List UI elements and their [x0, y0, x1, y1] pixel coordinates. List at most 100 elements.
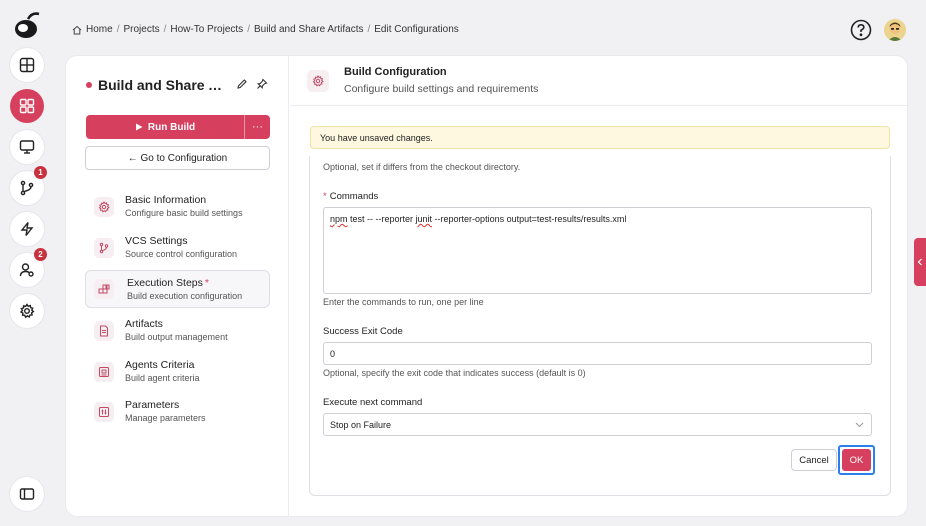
next-command-select[interactable]: Stop on Failure — [323, 413, 872, 436]
exit-code-input[interactable]: 0 — [323, 342, 872, 365]
gear-icon — [312, 75, 324, 87]
nav-icon-wrap — [94, 279, 114, 299]
config-sidebar: Build and Share Artifacts Run Build ··· … — [66, 56, 289, 516]
pin-icon[interactable] — [256, 78, 268, 90]
breadcrumb-separator: / — [163, 24, 167, 35]
nav-icon-wrap — [94, 197, 114, 217]
nav-title: Artifacts — [125, 318, 163, 330]
run-build-main[interactable]: Run Build — [86, 115, 244, 139]
ok-button[interactable]: OK — [838, 445, 875, 475]
branch-icon — [99, 242, 109, 254]
agent-icon — [99, 367, 109, 377]
exit-code-help: Optional, specify the exit code that ind… — [323, 368, 586, 378]
nav-item-parameters[interactable]: Parameters Manage parameters — [85, 393, 270, 431]
help-icon[interactable] — [850, 19, 872, 41]
users-button[interactable]: 2 — [10, 248, 47, 287]
nav-item-basic-information[interactable]: Basic Information Configure basic build … — [85, 188, 270, 226]
breadcrumb-projects[interactable]: Projects — [123, 24, 159, 35]
nav-subtitle: Source control configuration — [125, 249, 238, 259]
required-marker: * — [204, 277, 209, 289]
unsaved-changes-banner: You have unsaved changes. — [310, 126, 890, 149]
commands-text-part: junit — [415, 214, 433, 224]
breadcrumb-project[interactable]: Build and Share Artifacts — [254, 24, 364, 35]
nav-title: VCS Settings — [125, 235, 188, 247]
nav-icon-wrap — [94, 321, 114, 341]
users-badge: 2 — [34, 248, 47, 261]
section-icon-wrap — [307, 70, 329, 92]
app-logo-icon[interactable] — [12, 10, 42, 40]
monitor-icon — [19, 140, 35, 154]
nav-icon-wrap — [94, 402, 114, 422]
branch-icon — [20, 180, 34, 196]
commands-label-text: Commands — [329, 191, 379, 202]
vcs-badge: 1 — [34, 166, 47, 179]
nav-title: Agents Criteria — [125, 359, 195, 371]
vcs-button[interactable]: 1 — [10, 166, 47, 205]
home-icon — [72, 25, 82, 34]
required-marker: * — [323, 191, 327, 202]
agents-button[interactable] — [10, 130, 44, 164]
steps-icon — [98, 284, 110, 294]
settings-button[interactable] — [10, 294, 44, 328]
play-icon — [135, 123, 143, 131]
user-avatar-icon — [884, 19, 906, 41]
section-header: Build Configuration Configure build sett… — [290, 56, 907, 106]
dashboard-button[interactable] — [10, 48, 44, 82]
layout-icon — [19, 57, 35, 73]
commands-text-part: npm — [330, 214, 348, 224]
run-build-label: Run Build — [147, 121, 196, 133]
exit-code-label: Success Exit Code — [323, 326, 403, 337]
cancel-button[interactable]: Cancel — [791, 449, 837, 471]
project-title: Build and Share Artifacts — [98, 77, 230, 93]
commands-text-part: --reporter-options output=test-results/r… — [432, 214, 627, 224]
edit-icon[interactable] — [236, 78, 248, 90]
left-rail: 1 2 — [0, 0, 54, 526]
nav-title: Parameters — [125, 399, 180, 411]
avatar[interactable] — [884, 19, 906, 41]
nav-subtitle: Build execution configuration — [127, 291, 243, 301]
step-form: Optional, set if differs from the checko… — [309, 156, 891, 496]
lightning-icon — [20, 222, 34, 236]
go-to-configuration-button[interactable]: ← Go to Configuration — [85, 146, 270, 170]
nav-subtitle: Build output management — [125, 332, 228, 342]
nav-item-execution-steps[interactable]: Execution Steps * Build execution configu… — [85, 270, 270, 308]
run-build-button[interactable]: Run Build ··· — [86, 115, 270, 139]
grid-icon — [19, 98, 35, 114]
nav-icon-wrap — [94, 238, 114, 258]
nav-title-text: Execution Steps — [127, 277, 203, 289]
triggers-button[interactable] — [10, 212, 44, 246]
breadcrumb: Home / Projects / How-To Projects / Buil… — [72, 24, 459, 35]
section-title: Build Configuration — [344, 66, 447, 78]
nav-icon-wrap — [94, 362, 114, 382]
chevron-down-icon — [855, 422, 864, 428]
nav-subtitle: Build agent criteria — [125, 373, 200, 383]
nav-item-artifacts[interactable]: Artifacts Build output management — [85, 312, 270, 350]
nav-title: Execution Steps * — [127, 277, 209, 289]
breadcrumb-current: Edit Configurations — [374, 24, 459, 35]
commands-text-part: test -- --reporter — [347, 214, 416, 224]
commands-textarea[interactable]: npm test -- --reporter junit --reporter-… — [323, 207, 872, 294]
breadcrumb-separator: / — [116, 24, 120, 35]
nav-title: Basic Information — [125, 194, 207, 206]
main-card: Build and Share Artifacts Run Build ··· … — [65, 55, 908, 517]
chevron-left-icon — [917, 258, 922, 266]
commands-help: Enter the commands to run, one per line — [323, 297, 484, 307]
next-command-value: Stop on Failure — [330, 419, 392, 430]
nav-subtitle: Manage parameters — [125, 413, 206, 423]
gear-icon — [98, 201, 110, 213]
nav-subtitle: Configure basic build settings — [125, 208, 243, 218]
breadcrumb-how-to-projects[interactable]: How-To Projects — [170, 24, 243, 35]
side-panel-toggle[interactable] — [914, 238, 926, 286]
commands-label: * Commands — [323, 191, 378, 202]
next-command-label: Execute next command — [323, 397, 423, 408]
projects-button[interactable] — [10, 89, 44, 123]
gear-icon — [19, 303, 35, 319]
nav-item-agents-criteria[interactable]: Agents Criteria Build agent criteria — [85, 353, 270, 391]
breadcrumb-separator: / — [247, 24, 250, 35]
nav-item-vcs-settings[interactable]: VCS Settings Source control configuratio… — [85, 229, 270, 267]
run-build-more-button[interactable]: ··· — [244, 115, 270, 139]
user-settings-icon — [19, 263, 34, 277]
toggle-sidebar-button[interactable] — [10, 477, 44, 511]
breadcrumb-home[interactable]: Home — [86, 24, 113, 35]
params-icon — [99, 407, 109, 417]
